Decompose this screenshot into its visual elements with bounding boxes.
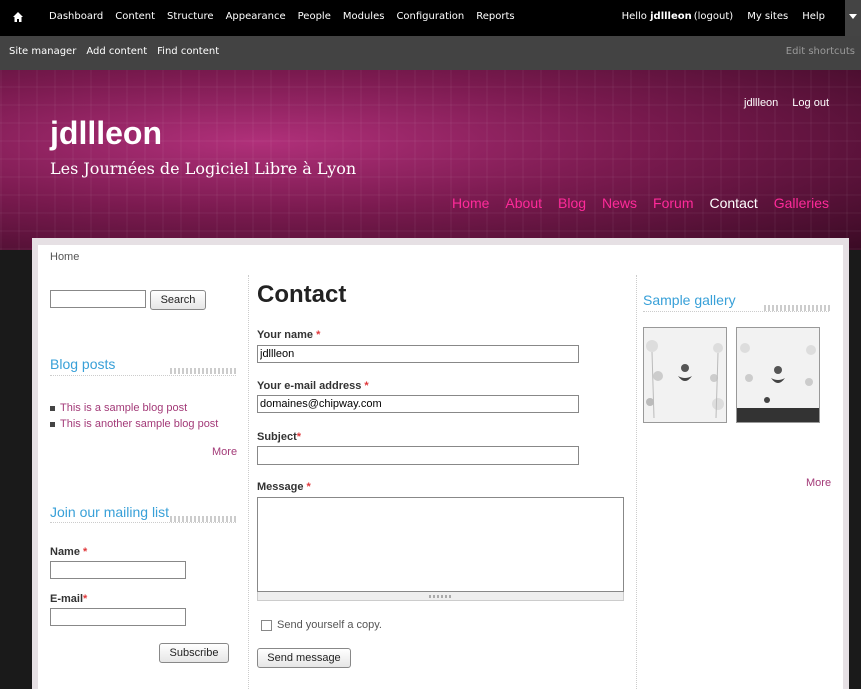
gallery-image-icon	[644, 328, 726, 422]
mailing-name-field[interactable]	[50, 561, 186, 579]
send-copy-checkbox[interactable]	[261, 620, 272, 631]
site-header: jdllleon Les Journées de Logiciel Libre …	[0, 70, 861, 250]
send-message-button[interactable]: Send message	[257, 648, 351, 668]
page-title: Contact	[257, 281, 347, 308]
blog-more-link[interactable]: More	[212, 446, 237, 458]
email-field[interactable]	[257, 395, 579, 413]
toolbar-dashboard[interactable]: Dashboard	[49, 11, 103, 22]
toolbar-help[interactable]: Help	[802, 11, 825, 22]
shortcut-site-manager[interactable]: Site manager	[9, 46, 76, 57]
message-label: Message *	[257, 481, 311, 493]
required-mark: *	[296, 431, 302, 443]
toolbar-reports[interactable]: Reports	[476, 11, 514, 22]
header-logout-link[interactable]: Log out	[792, 97, 829, 109]
toolbar-user: Hello jdllleon (logout) My sites Help	[594, 11, 825, 22]
name-label: Your name *	[257, 329, 320, 341]
toolbar-content[interactable]: Content	[115, 11, 155, 22]
header-user-menu: jdllleon Log out	[730, 97, 829, 109]
nav-contact[interactable]: Contact	[710, 195, 758, 211]
blog-post-link[interactable]: This is a sample blog post	[50, 402, 218, 414]
gallery-title-divider	[643, 311, 829, 313]
gallery-title-ornament	[764, 305, 830, 311]
required-mark: *	[316, 329, 321, 341]
toolbar-logout-link[interactable]: (logout)	[694, 11, 733, 22]
site-slogan: Les Journées de Logiciel Libre à Lyon	[50, 159, 357, 178]
toolbar-drawer-toggle[interactable]	[845, 0, 861, 36]
shortcut-find-content[interactable]: Find content	[157, 46, 219, 57]
required-mark: *	[306, 481, 311, 493]
hello-text: Hello	[621, 11, 647, 22]
name-label-text: Your name	[257, 329, 314, 341]
mailing-title-divider	[50, 522, 236, 524]
mailing-email-field[interactable]	[50, 608, 186, 626]
nav-galleries[interactable]: Galleries	[774, 195, 829, 211]
toolbar-modules[interactable]: Modules	[343, 11, 385, 22]
toolbar-structure[interactable]: Structure	[167, 11, 214, 22]
blog-posts-title: Blog posts	[50, 356, 116, 372]
shortcut-add-content[interactable]: Add content	[86, 46, 147, 57]
blog-title-ornament	[170, 368, 236, 374]
mailing-name-label-text: Name	[50, 546, 80, 558]
toolbar-top: Dashboard Content Structure Appearance P…	[0, 0, 861, 36]
nav-blog[interactable]: Blog	[558, 195, 586, 211]
header-user-link[interactable]: jdllleon	[744, 97, 778, 109]
blog-posts-list: This is a sample blog post This is anoth…	[50, 402, 218, 434]
message-label-text: Message	[257, 481, 304, 493]
toolbar-appearance[interactable]: Appearance	[226, 11, 286, 22]
subject-field[interactable]	[257, 446, 579, 465]
search-input[interactable]	[50, 290, 146, 308]
search-button[interactable]: Search	[150, 290, 206, 310]
toolbar-configuration[interactable]: Configuration	[396, 11, 464, 22]
mailing-email-label-text: E-mail	[50, 593, 84, 605]
gallery-image-icon	[737, 328, 819, 422]
toolbar-my-sites[interactable]: My sites	[747, 11, 788, 22]
gallery-more-link[interactable]: More	[806, 477, 831, 489]
textarea-resize-grip[interactable]	[257, 592, 624, 601]
blog-title-divider	[50, 375, 236, 377]
edit-shortcuts-link[interactable]: Edit shortcuts	[786, 46, 855, 57]
mailing-list-title: Join our mailing list	[50, 504, 170, 520]
admin-toolbar: Dashboard Content Structure Appearance P…	[0, 0, 861, 70]
blog-post-link[interactable]: This is another sample blog post	[50, 418, 218, 430]
name-field[interactable]	[257, 345, 579, 363]
subscribe-button[interactable]: Subscribe	[159, 643, 229, 663]
email-label-text: Your e-mail address	[257, 380, 362, 392]
toolbar-username: jdllleon	[650, 11, 692, 22]
nav-news[interactable]: News	[602, 195, 637, 211]
mailing-name-label: Name *	[50, 546, 87, 558]
email-label: Your e-mail address *	[257, 380, 369, 392]
subject-label-text: Subject	[257, 431, 297, 443]
required-mark: *	[83, 546, 88, 558]
nav-about[interactable]: About	[505, 195, 542, 211]
mailing-title-ornament	[170, 516, 236, 522]
home-icon[interactable]	[12, 11, 24, 23]
shortcuts-list: Site manager Add content Find content	[9, 46, 229, 57]
mailing-email-label: E-mail*	[50, 593, 87, 605]
toolbar-hello: Hello jdllleon (logout)	[608, 11, 734, 22]
site-name[interactable]: jdllleon	[50, 115, 162, 152]
message-textarea[interactable]	[257, 497, 624, 592]
required-mark: *	[364, 380, 369, 392]
nav-home[interactable]: Home	[452, 195, 489, 211]
main-navigation: Home About Blog News Forum Contact Galle…	[436, 195, 829, 211]
gallery-thumbnail[interactable]	[736, 327, 820, 423]
shortcuts-bar: Site manager Add content Find content Ed…	[0, 36, 861, 70]
gallery-thumbnail[interactable]	[643, 327, 727, 423]
send-copy-label[interactable]: Send yourself a copy.	[277, 619, 382, 631]
page-content: Home Search Blog posts This is a sample …	[38, 245, 843, 689]
toolbar-people[interactable]: People	[298, 11, 331, 22]
required-mark: *	[83, 593, 88, 605]
breadcrumb[interactable]: Home	[50, 251, 79, 263]
gallery-title: Sample gallery	[643, 292, 736, 308]
nav-forum[interactable]: Forum	[653, 195, 693, 211]
toolbar-menu: Dashboard Content Structure Appearance P…	[49, 11, 527, 22]
contact-form: Contact Your name * Your e-mail address …	[248, 275, 637, 689]
subject-label: Subject*	[257, 431, 301, 443]
